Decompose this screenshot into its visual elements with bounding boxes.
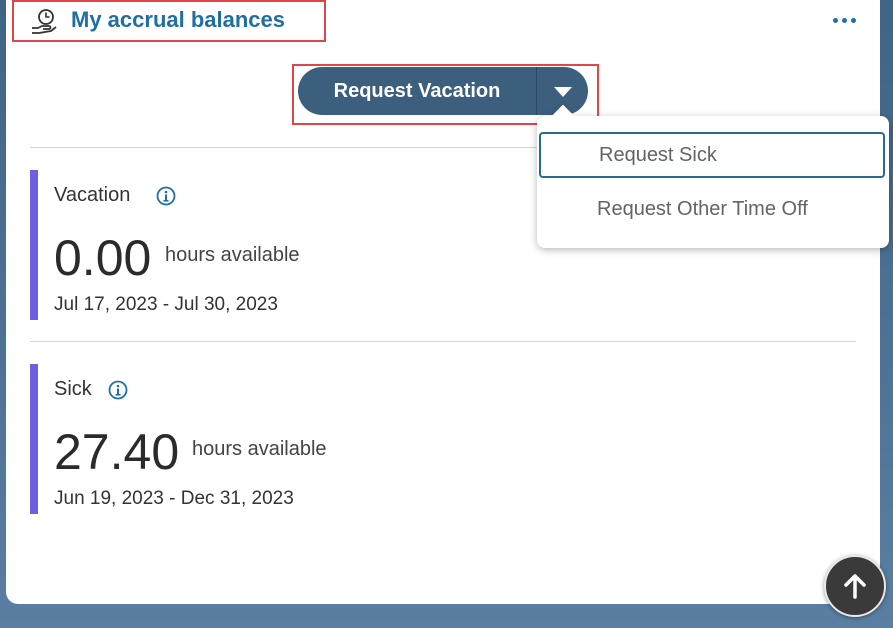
balance-date-range: Jun 19, 2023 - Dec 31, 2023	[54, 488, 294, 509]
balance-value: 0.00	[54, 230, 152, 286]
widget-title: My accrual balances	[71, 7, 286, 32]
caret-down-icon	[553, 87, 572, 97]
scroll-to-top-button[interactable]	[824, 555, 886, 617]
balance-unit: hours available	[165, 244, 300, 266]
balance-sick: Sick 27.40 hours available Jun 19, 2023 …	[30, 364, 530, 514]
request-split-button: Request Vacation	[298, 67, 588, 115]
request-vacation-button[interactable]: Request Vacation	[298, 67, 536, 115]
info-icon[interactable]	[108, 380, 128, 400]
menu-item-request-other-time-off[interactable]: Request Other Time Off	[539, 186, 885, 232]
balance-label: Sick	[54, 378, 92, 400]
divider	[30, 341, 856, 342]
more-options-icon[interactable]	[826, 10, 862, 30]
balance-vacation: Vacation 0.00 hours available Jul 17, 20…	[30, 170, 530, 320]
info-icon[interactable]	[156, 186, 176, 206]
balance-value: 27.40	[54, 424, 180, 480]
balance-label: Vacation	[54, 184, 131, 206]
balance-unit: hours available	[192, 438, 327, 460]
clock-hand-icon	[32, 9, 57, 34]
balance-bar	[30, 364, 38, 514]
menu-item-request-sick[interactable]: Request Sick	[539, 132, 885, 178]
arrow-up-icon	[844, 574, 866, 599]
request-options-menu: Request Sick Request Other Time Off	[537, 116, 889, 248]
balance-bar	[30, 170, 38, 320]
balance-date-range: Jul 17, 2023 - Jul 30, 2023	[54, 294, 278, 315]
